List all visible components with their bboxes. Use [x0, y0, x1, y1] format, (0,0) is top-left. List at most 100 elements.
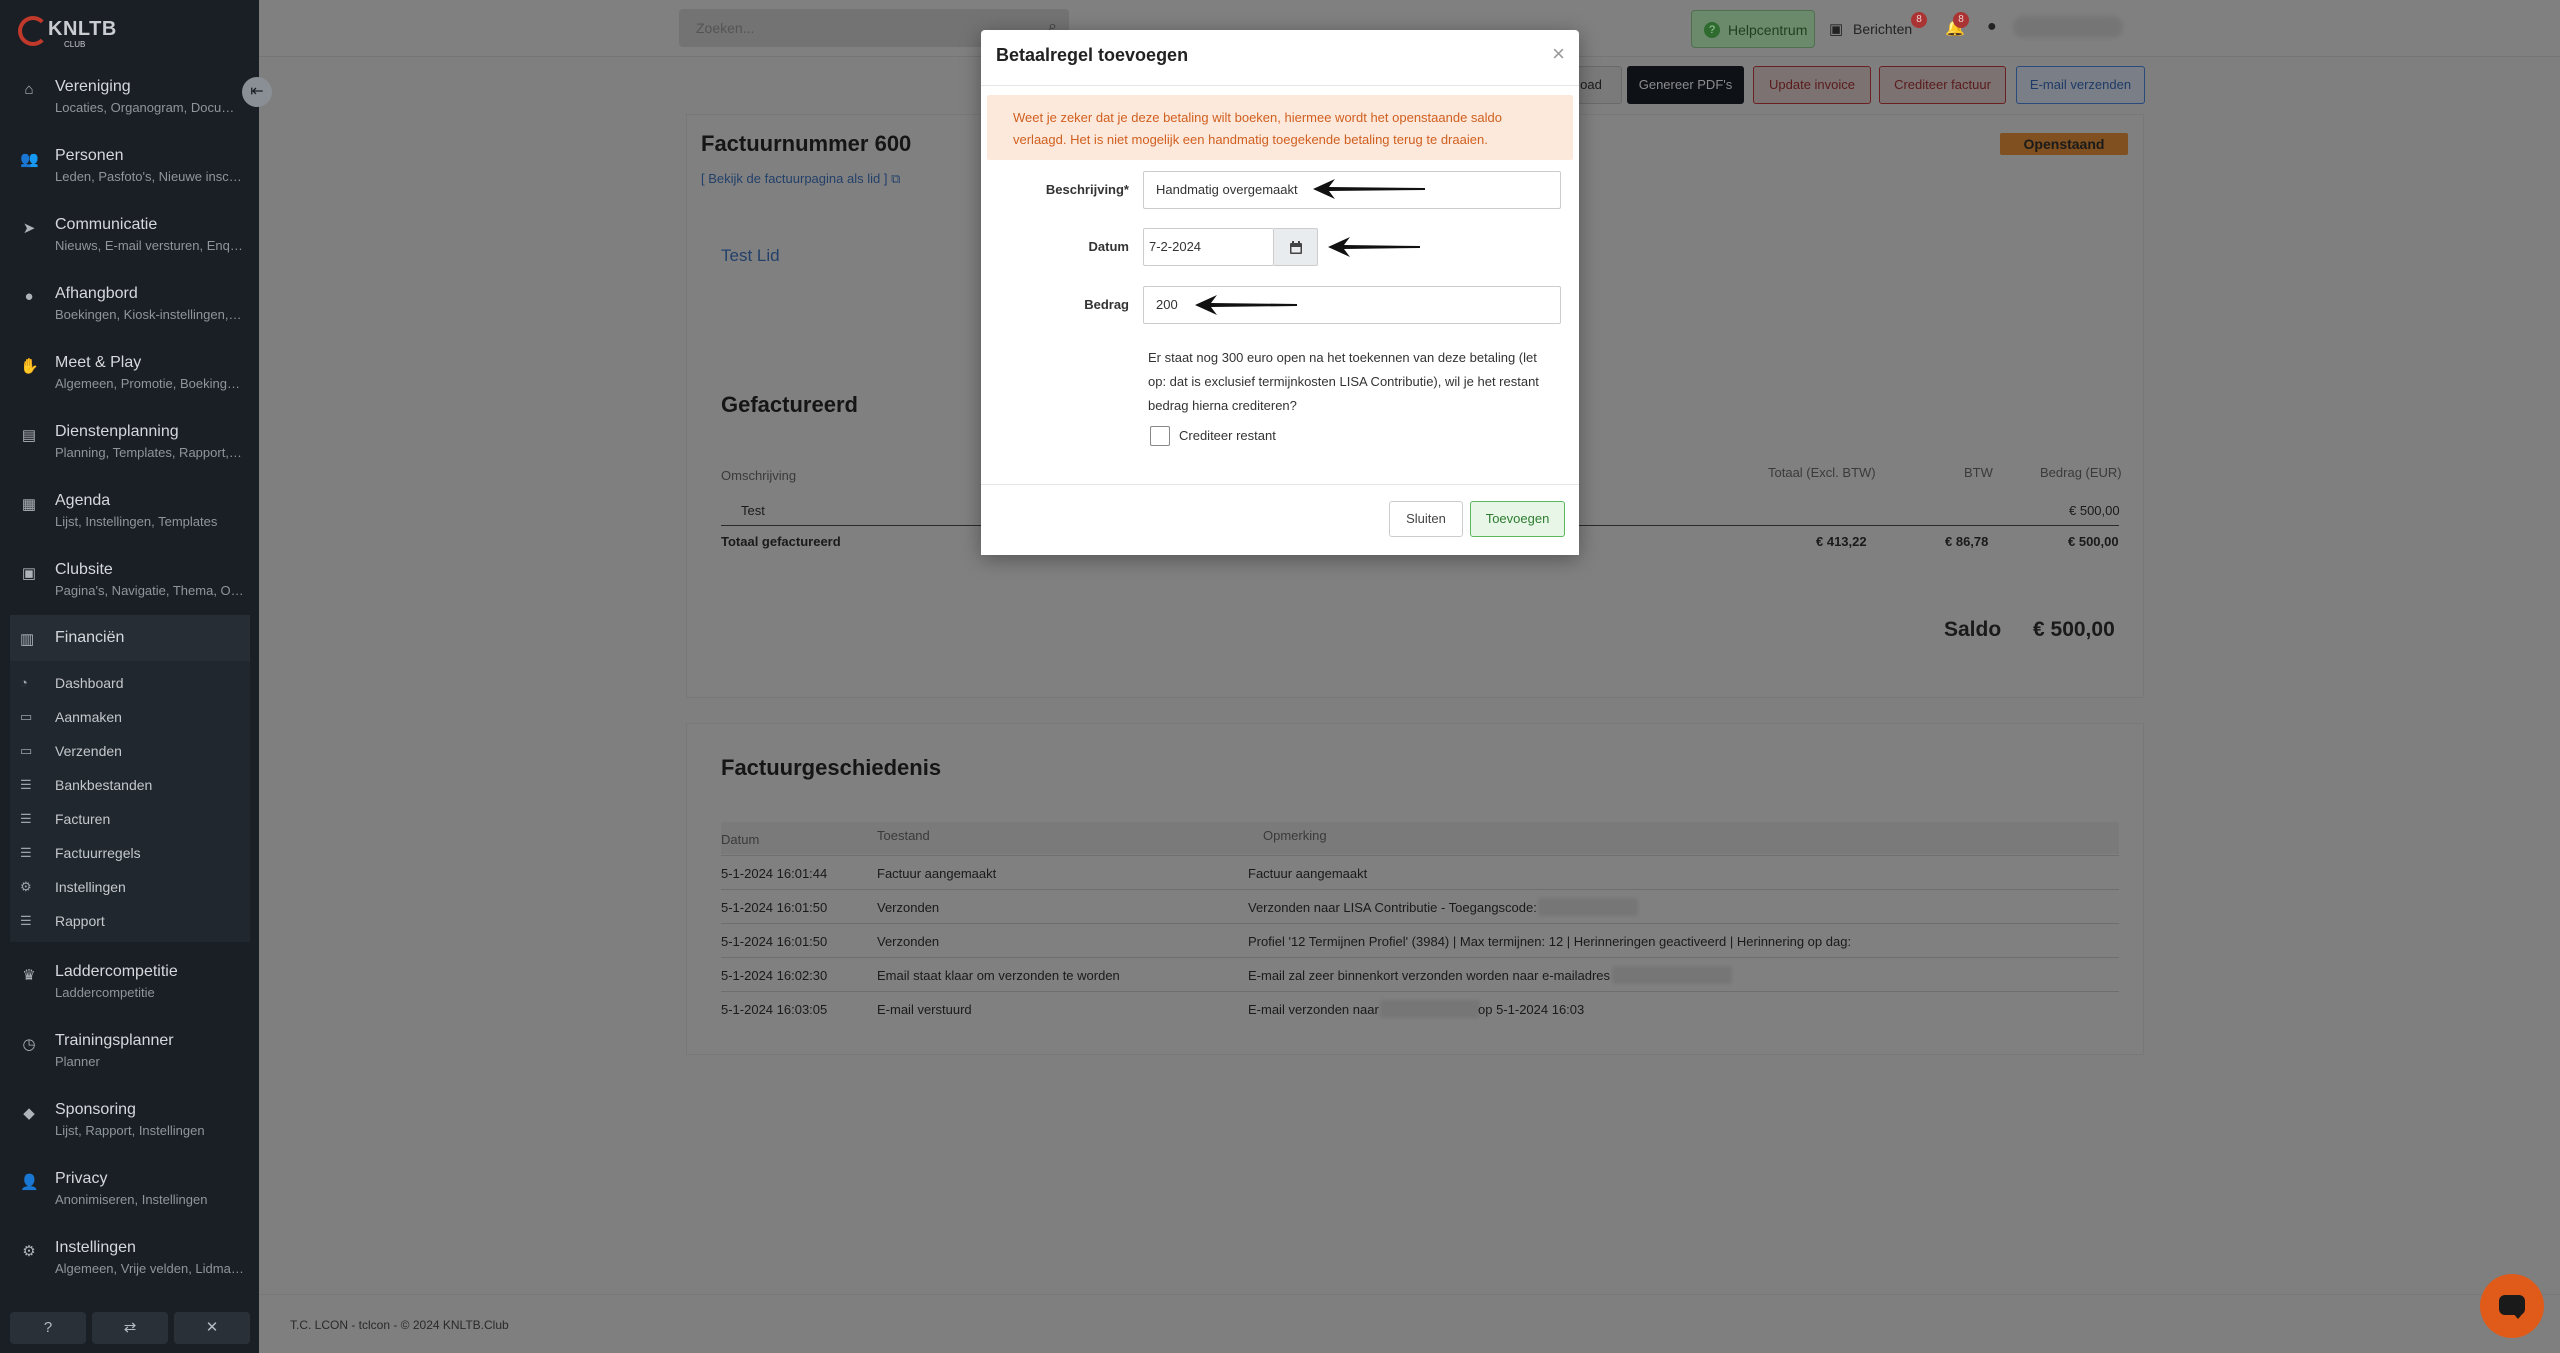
finance-item-aanmaken[interactable]: ▭ Aanmaken: [10, 700, 250, 734]
sidebar-item-financien[interactable]: ▥ Financiën: [10, 615, 250, 661]
modal-title: Betaalregel toevoegen: [996, 45, 1189, 65]
sidebar-item-meet-play[interactable]: ✋ Meet & Play Algemeen, Promotie, Boekin…: [0, 349, 259, 411]
update-invoice-button[interactable]: Update invoice: [1753, 66, 1871, 104]
tools-icon[interactable]: ✕: [174, 1312, 250, 1344]
line-amount: € 500,00: [2069, 503, 2120, 518]
gauge-icon: ◔: [20, 675, 28, 690]
sidebar-item-subtitle: Locaties, Organogram, Documenten: [55, 100, 245, 115]
billed-title: Gefactureerd: [721, 392, 858, 417]
sidebar-item-sponsoring[interactable]: ◆ Sponsoring Lijst, Rapport, Instellinge…: [0, 1096, 259, 1158]
sidebar-item-title: Financiën: [55, 629, 125, 646]
external-link-icon: ⧉: [891, 171, 901, 186]
help-icon[interactable]: ?: [10, 1312, 86, 1344]
date-input[interactable]: 7-2-2024: [1143, 228, 1274, 266]
history-row-divider: [721, 855, 2119, 856]
sidebar-item-subtitle: Planner: [55, 1054, 100, 1069]
finance-item-label: Instellingen: [55, 879, 126, 895]
collapse-icon[interactable]: ⇤: [242, 77, 272, 107]
list-icon: ☰: [20, 811, 32, 826]
user-name-redacted[interactable]: [2013, 16, 2123, 38]
list-icon: ☰: [20, 845, 32, 860]
total-vat: € 86,78: [1945, 534, 1989, 549]
sidebar-item-personen[interactable]: 👥 Personen Leden, Pasfoto's, Nieuwe insc…: [0, 142, 259, 204]
credit-remaining-label[interactable]: Crediteer restant: [1179, 428, 1276, 443]
home-icon: ⌂: [24, 81, 34, 98]
trophy-icon: ♛: [22, 967, 36, 984]
col-total-excl: Totaal (Excl. BTW): [1768, 465, 1876, 480]
send-email-button[interactable]: E-mail verzenden: [2016, 66, 2145, 104]
calendar-icon: [1290, 241, 1302, 254]
sidebar-item-subtitle: Laddercompetitie: [55, 985, 155, 1000]
add-button[interactable]: Toevoegen: [1470, 501, 1565, 537]
finance-item-verzenden[interactable]: ▭ Verzenden: [10, 734, 250, 768]
generate-pdf-button[interactable]: Genereer PDF's: [1627, 66, 1744, 104]
user-lock-icon: 👤: [20, 1174, 39, 1191]
calculator-icon: ▥: [20, 631, 35, 648]
finance-item-bankbestanden[interactable]: ☰ Bankbestanden: [10, 768, 250, 802]
chat-button[interactable]: [2480, 1274, 2544, 1338]
modal-header: Betaalregel toevoegen ×: [981, 30, 1579, 86]
sidebar-item-agenda[interactable]: ▦ Agenda Lijst, Instellingen, Templates: [0, 487, 259, 549]
close-button[interactable]: Sluiten: [1389, 501, 1463, 537]
history-row-divider: [721, 923, 2119, 924]
helpcentrum-button[interactable]: ? Helpcentrum: [1691, 10, 1815, 48]
sidebar-item-afhangbord[interactable]: ● Afhangbord Boekingen, Kiosk-instelling…: [0, 280, 259, 342]
modal-footer: Sluiten Toevoegen: [981, 484, 1579, 555]
history-row-note: E-mail zal zeer binnenkort verzonden wor…: [1248, 968, 1611, 983]
description-label: Beschrijving*: [1045, 182, 1129, 197]
calendar-button[interactable]: [1274, 228, 1318, 266]
inbox-icon: ▣: [1829, 21, 1844, 38]
history-row-state: Email staat klaar om verzonden te worden: [877, 968, 1120, 983]
member-name[interactable]: Test Lid: [721, 246, 780, 266]
sidebar-item-instellingen[interactable]: ⚙ Instellingen Algemeen, Vrije velden, L…: [0, 1234, 259, 1296]
view-invoice-link-text: [ Bekijk de factuurpagina als lid ]: [701, 171, 888, 186]
switch-icon[interactable]: ⇄: [92, 1312, 168, 1344]
history-row-note: Verzonden naar LISA Contributie - Toegan…: [1248, 900, 1537, 915]
logo-sub: CLUB: [64, 40, 86, 49]
logo-mark: [18, 16, 48, 46]
logo-brand: KNLTB: [48, 18, 117, 40]
history-row-divider: [721, 957, 2119, 958]
view-invoice-link[interactable]: [ Bekijk de factuurpagina als lid ] ⧉: [701, 171, 900, 187]
sidebar-item-clubsite[interactable]: ▣ Clubsite Pagina's, Navigatie, Thema, O…: [0, 556, 259, 618]
sidebar-item-laddercompetitie[interactable]: ♛ Laddercompetitie Laddercompetitie: [0, 958, 259, 1020]
warning-alert: Weet je zeker dat je deze betaling wilt …: [987, 95, 1573, 160]
sidebar-item-dienstenplanning[interactable]: ▤ Dienstenplanning Planning, Templates, …: [0, 418, 259, 480]
user-icon[interactable]: ●: [1987, 18, 1997, 36]
sidebar-item-subtitle: Lijst, Rapport, Instellingen: [55, 1123, 205, 1138]
finance-item-facturen[interactable]: ☰ Facturen: [10, 802, 250, 836]
ball-icon: ●: [24, 288, 34, 305]
finance-item-label: Dashboard: [55, 675, 124, 691]
finance-item-instellingen[interactable]: ⚙ Instellingen: [10, 870, 250, 904]
sidebar-item-trainingsplanner[interactable]: ◷ Trainingsplanner Planner: [0, 1027, 259, 1089]
finance-item-rapport[interactable]: ☰ Rapport: [10, 904, 250, 938]
history-row-divider: [721, 991, 2119, 992]
sidebar-item-privacy[interactable]: 👤 Privacy Anonimiseren, Instellingen: [0, 1165, 259, 1227]
credit-invoice-button[interactable]: Crediteer factuur: [1879, 66, 2006, 104]
close-icon[interactable]: ×: [1552, 43, 1565, 65]
history-title: Factuurgeschiedenis: [721, 755, 942, 780]
saldo-value: € 500,00: [2033, 618, 2115, 641]
finance-item-dashboard[interactable]: ◔ Dashboard: [10, 666, 250, 700]
sidebar: KNLTB CLUB ⌂ Vereniging Locaties, Organo…: [0, 0, 259, 1353]
col-description: Omschrijving: [721, 468, 797, 483]
invoice-number-title: Factuurnummer 600: [701, 131, 912, 156]
helpcentrum-label: Helpcentrum: [1728, 22, 1808, 38]
invoice-icon: ▭: [20, 743, 33, 758]
sidebar-item-title: Communicatie: [55, 216, 158, 233]
history-row-date: 5-1-2024 16:01:50: [721, 934, 828, 949]
date-label: Datum: [1088, 239, 1129, 254]
sidebar-item-title: Laddercompetitie: [55, 963, 178, 980]
sidebar-item-subtitle: Anonimiseren, Instellingen: [55, 1192, 208, 1207]
line-description: Test: [741, 503, 765, 518]
credit-remaining-checkbox[interactable]: [1150, 426, 1170, 446]
col-vat: BTW: [1964, 465, 1993, 480]
sidebar-item-subtitle: Lijst, Instellingen, Templates: [55, 514, 218, 529]
knltb-logo[interactable]: KNLTB CLUB: [16, 10, 136, 50]
sidebar-item-vereniging[interactable]: ⌂ Vereniging Locaties, Organogram, Docum…: [0, 73, 259, 135]
history-col-note: Opmerking: [1263, 828, 1327, 843]
total-amount: € 500,00: [2068, 534, 2119, 549]
finance-item-factuurregels[interactable]: ☰ Factuurregels: [10, 836, 250, 870]
sidebar-item-title: Meet & Play: [55, 354, 142, 371]
sidebar-item-communicatie[interactable]: ➤ Communicatie Nieuws, E-mail versturen,…: [0, 211, 259, 273]
